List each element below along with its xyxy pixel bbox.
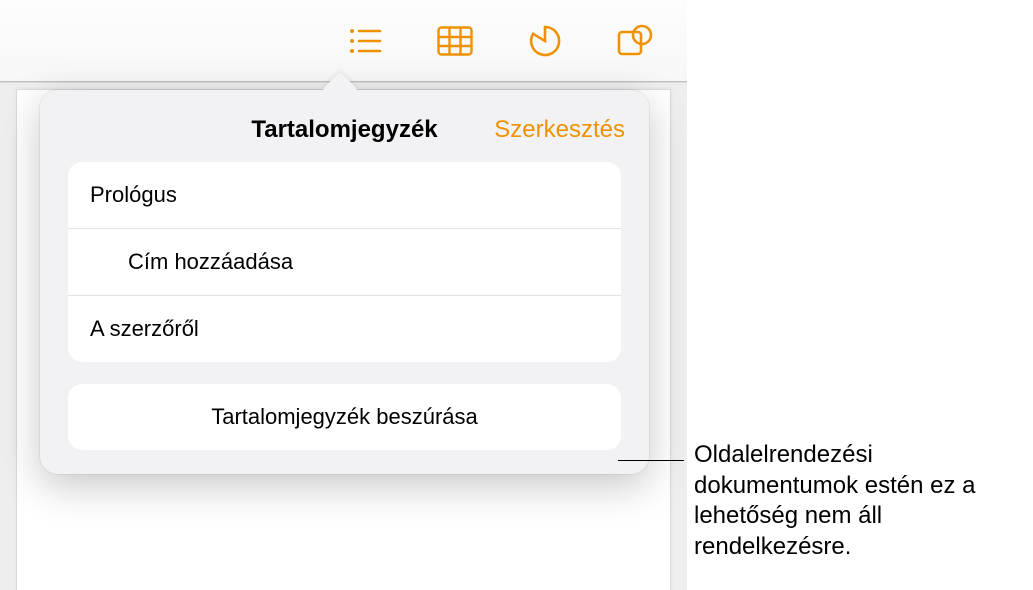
- toc-item-label: A szerzőről: [90, 316, 199, 341]
- table-insert-icon: [437, 26, 473, 56]
- table-insert-button[interactable]: [433, 19, 477, 63]
- insert-toc-button[interactable]: Tartalomjegyzék beszúrása: [68, 384, 621, 450]
- callout-leader-line: [618, 460, 684, 461]
- toc-item-cim-hozzaadasa[interactable]: Cím hozzáadása: [68, 229, 621, 296]
- toc-list: Prológus Cím hozzáadása A szerzőről: [68, 162, 621, 362]
- chart-insert-icon: [528, 24, 562, 58]
- edit-button[interactable]: Szerkesztés: [494, 116, 625, 144]
- popover-title-text: Tartalomjegyzék: [251, 116, 437, 143]
- toc-view-button[interactable]: [343, 19, 387, 63]
- toolbar: [0, 0, 687, 82]
- toc-item-a-szerzorol[interactable]: A szerzőről: [68, 296, 621, 362]
- popover-title: Tartalomjegyzék Szerkesztés: [40, 112, 649, 162]
- insert-toc-label: Tartalomjegyzék beszúrása: [211, 404, 478, 429]
- shape-insert-button[interactable]: [613, 19, 657, 63]
- toc-popover: Tartalomjegyzék Szerkesztés Prológus Cím…: [40, 90, 649, 474]
- shape-insert-icon: [617, 24, 653, 58]
- chart-insert-button[interactable]: [523, 19, 567, 63]
- callout-text: Oldalelrendezési dokumentumok estén ez a…: [694, 440, 1024, 563]
- toc-item-label: Prológus: [90, 182, 177, 207]
- toc-view-icon: [348, 27, 382, 55]
- toc-item-prologus[interactable]: Prológus: [68, 162, 621, 229]
- toc-item-label: Cím hozzáadása: [128, 249, 293, 274]
